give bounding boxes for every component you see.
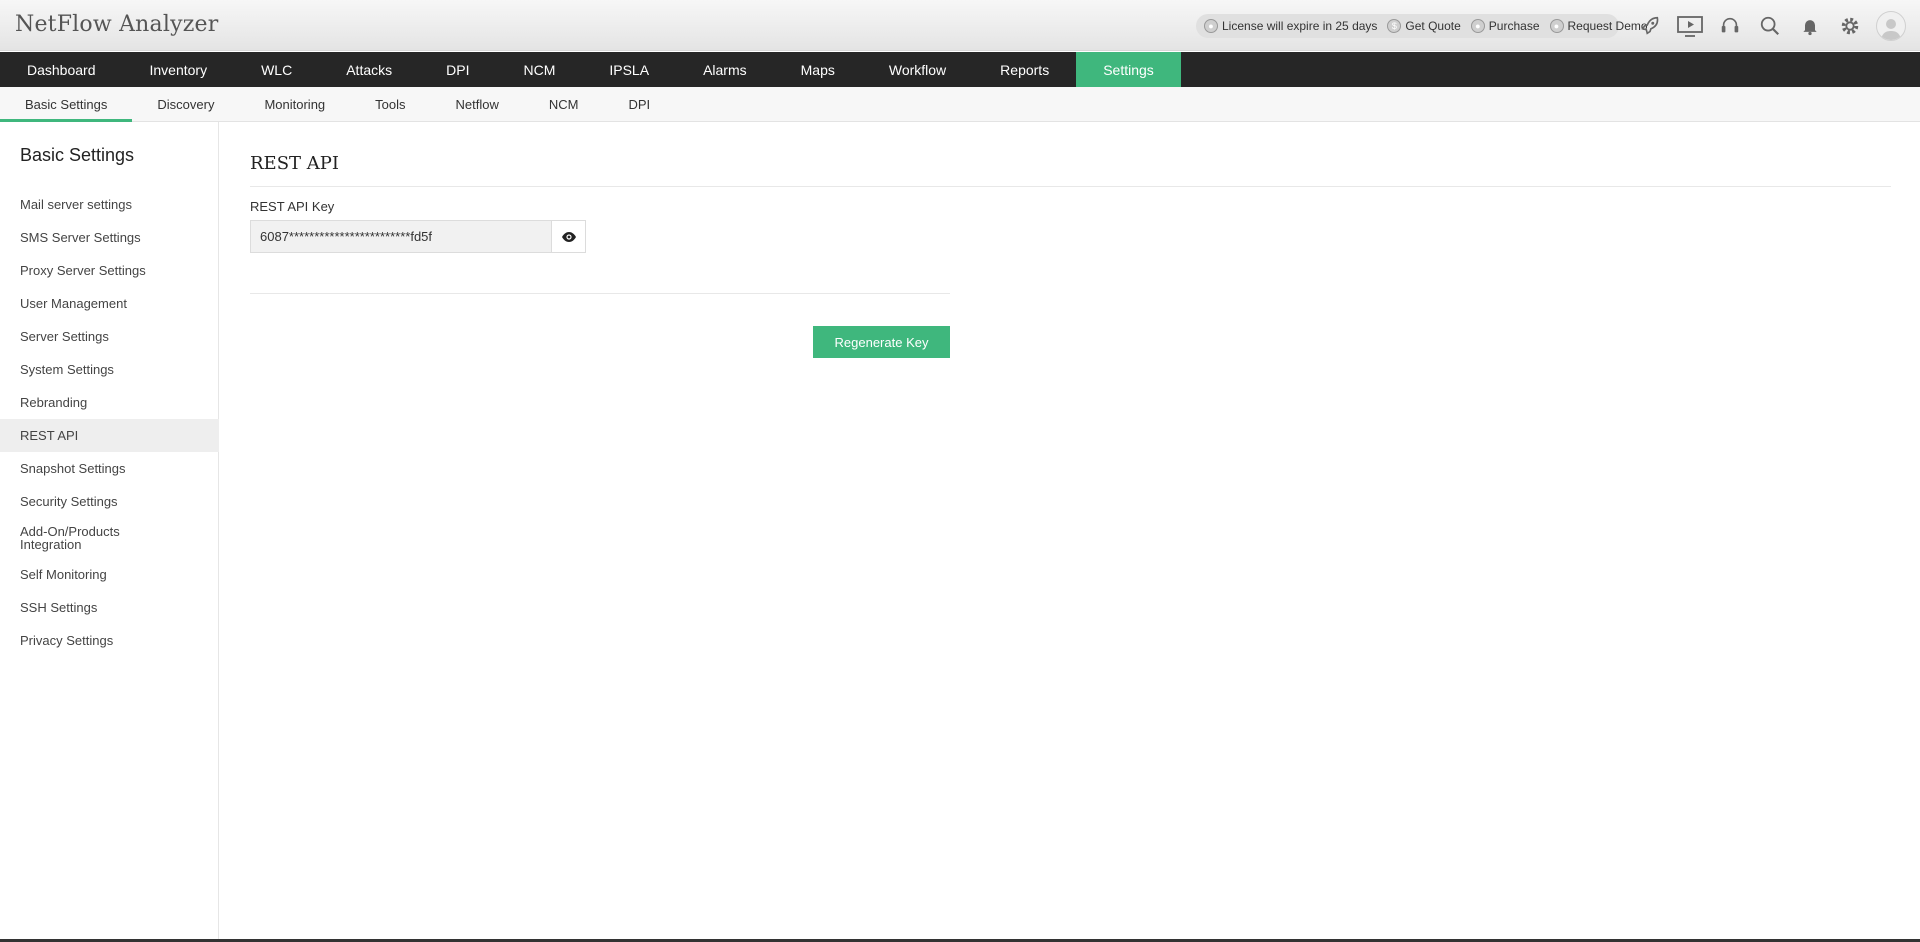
license-expiry-text: License will expire in 25 days — [1222, 19, 1378, 33]
app-title: NetFlow Analyzer — [15, 12, 219, 37]
sidebar-item-rebranding[interactable]: Rebranding — [0, 386, 219, 419]
sidebar-list: Mail server settings SMS Server Settings… — [0, 188, 219, 657]
sidebar: Basic Settings Mail server settings SMS … — [0, 122, 219, 942]
main-nav-wlc[interactable]: WLC — [234, 52, 319, 87]
sidebar-item-mail-server[interactable]: Mail server settings — [0, 188, 219, 221]
main-nav-settings[interactable]: Settings — [1076, 52, 1181, 87]
show-key-button[interactable] — [551, 221, 585, 252]
sidebar-item-privacy[interactable]: Privacy Settings — [0, 624, 219, 657]
rest-api-key-group — [250, 220, 586, 253]
cart-icon: ● — [1470, 19, 1485, 33]
app-header: NetFlow Analyzer ● License will expire i… — [0, 0, 1920, 51]
tab-monitoring[interactable]: Monitoring — [239, 87, 350, 122]
main-nav-reports[interactable]: Reports — [973, 52, 1076, 87]
sidebar-item-system-settings[interactable]: System Settings — [0, 353, 219, 386]
rest-api-key-field[interactable] — [251, 221, 552, 252]
tab-basic-settings[interactable]: Basic Settings — [0, 87, 133, 122]
search-icon[interactable] — [1750, 10, 1790, 42]
header-toolbar — [1630, 10, 1906, 42]
sub-nav: Basic Settings Discovery Monitoring Tool… — [0, 87, 1920, 122]
main-nav: Dashboard Inventory WLC Attacks DPI NCM … — [0, 52, 1920, 87]
license-expiry-link[interactable]: ● License will expire in 25 days — [1204, 19, 1377, 33]
sidebar-item-proxy-server[interactable]: Proxy Server Settings — [0, 254, 219, 287]
main-nav-alarms[interactable]: Alarms — [676, 52, 774, 87]
sidebar-item-snapshot[interactable]: Snapshot Settings — [0, 452, 219, 485]
tab-discovery[interactable]: Discovery — [132, 87, 239, 122]
sidebar-item-sms-server[interactable]: SMS Server Settings — [0, 221, 219, 254]
headset-icon[interactable] — [1710, 10, 1750, 42]
sidebar-item-user-management[interactable]: User Management — [0, 287, 219, 320]
tab-dpi[interactable]: DPI — [603, 87, 675, 122]
title-divider — [250, 186, 1891, 187]
eye-icon — [561, 231, 576, 242]
sidebar-item-server-settings[interactable]: Server Settings — [0, 320, 219, 353]
sidebar-item-addon-integration[interactable]: Add-On/Products Integration — [0, 518, 150, 558]
get-quote-link[interactable]: $ Get Quote — [1387, 19, 1461, 33]
purchase-link[interactable]: ● Purchase — [1470, 19, 1540, 33]
license-icon: ● — [1204, 19, 1218, 33]
gear-icon[interactable] — [1830, 10, 1870, 42]
page-title: REST API — [250, 153, 339, 174]
bell-icon[interactable] — [1790, 10, 1830, 42]
main-content: REST API REST API Key Regenerate Key — [250, 122, 1891, 942]
avatar[interactable] — [1876, 11, 1906, 41]
main-nav-inventory[interactable]: Inventory — [123, 52, 235, 87]
promo-bar: ● License will expire in 25 days $ Get Q… — [1196, 14, 1648, 38]
sidebar-title: Basic Settings — [20, 145, 135, 165]
main-nav-attacks[interactable]: Attacks — [319, 52, 419, 87]
main-nav-ncm[interactable]: NCM — [496, 52, 582, 87]
main-nav-ipsla[interactable]: IPSLA — [582, 52, 676, 87]
purchase-label: Purchase — [1488, 19, 1540, 33]
video-icon[interactable] — [1670, 10, 1710, 42]
tab-tools[interactable]: Tools — [350, 87, 430, 122]
tab-ncm[interactable]: NCM — [524, 87, 604, 122]
regenerate-key-button[interactable]: Regenerate Key — [813, 326, 950, 358]
form-divider — [250, 293, 950, 294]
rocket-icon[interactable] — [1630, 10, 1670, 42]
sidebar-item-security[interactable]: Security Settings — [0, 485, 219, 518]
sidebar-item-self-monitoring[interactable]: Self Monitoring — [0, 558, 219, 591]
main-nav-dashboard[interactable]: Dashboard — [0, 52, 123, 87]
main-nav-maps[interactable]: Maps — [774, 52, 862, 87]
demo-icon: ● — [1549, 19, 1564, 33]
rest-api-key-label: REST API Key — [250, 199, 335, 214]
get-quote-label: Get Quote — [1405, 19, 1461, 33]
main-nav-workflow[interactable]: Workflow — [862, 52, 973, 87]
sidebar-item-ssh[interactable]: SSH Settings — [0, 591, 219, 624]
main-nav-dpi[interactable]: DPI — [419, 52, 496, 87]
dollar-icon: $ — [1387, 19, 1402, 33]
sidebar-item-rest-api[interactable]: REST API — [0, 419, 219, 452]
tab-netflow[interactable]: Netflow — [431, 87, 524, 122]
